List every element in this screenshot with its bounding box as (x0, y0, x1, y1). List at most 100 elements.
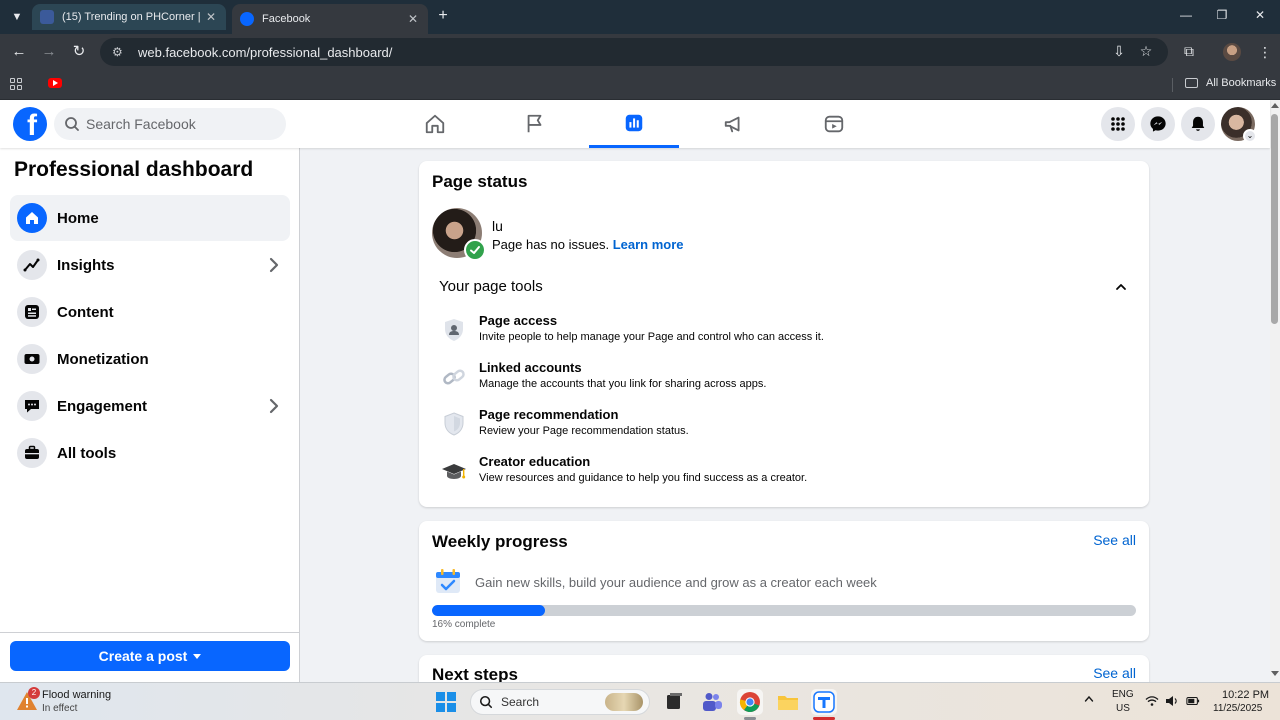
nav-tab-video[interactable] (789, 100, 879, 148)
sidebar-item-all-tools[interactable]: All tools (10, 430, 290, 476)
reload-button[interactable]: ↻ (70, 43, 88, 61)
check-icon (464, 239, 486, 261)
facebook-header: f ⌄ (0, 100, 1270, 148)
install-app-icon[interactable]: ⇩ (1110, 43, 1128, 60)
all-bookmarks-label: All Bookmarks (1206, 77, 1277, 89)
keyboard-layout: US (1116, 703, 1130, 714)
sidebar-item-label: Content (57, 303, 114, 321)
messenger-button[interactable] (1141, 107, 1175, 141)
chat-icon (17, 391, 47, 421)
close-window-button[interactable]: ✕ (1250, 8, 1270, 22)
facebook-search[interactable] (54, 108, 286, 140)
tool-page-recommendation[interactable]: Page recommendation Review your Page rec… (441, 407, 1121, 443)
battery-icon[interactable] (1186, 695, 1200, 707)
nav-tab-ads[interactable] (689, 100, 779, 148)
browser-profile-avatar[interactable] (1223, 43, 1241, 61)
toolbox-icon (17, 438, 47, 468)
home-icon (17, 203, 47, 233)
maximize-button[interactable]: ❐ (1212, 8, 1232, 22)
sidebar-item-label: Home (57, 209, 99, 227)
tool-description: Review your Page recommendation status. (479, 425, 689, 437)
weather-title[interactable]: Flood warning (42, 689, 111, 701)
page-tools-heading: Your page tools (439, 278, 543, 295)
teams-icon[interactable] (699, 689, 725, 715)
tab-close-icon[interactable]: ✕ (204, 10, 218, 24)
tool-creator-education[interactable]: Creator education View resources and gui… (441, 454, 1121, 490)
create-post-button[interactable]: Create a post (10, 641, 290, 671)
account-chevron-icon[interactable]: ⌄ (1243, 129, 1257, 143)
tab-close-icon[interactable]: ✕ (406, 12, 420, 26)
nav-tab-home[interactable] (390, 100, 480, 148)
youtube-icon[interactable] (48, 78, 62, 88)
browser-tab-phcorner[interactable]: (15) Trending on PHCorner | Pin ✕ (32, 4, 226, 30)
tab-search-chevron-icon[interactable]: ▼ (6, 6, 28, 28)
all-bookmarks-button[interactable]: All Bookmarks (1185, 77, 1276, 89)
graduation-cap-icon (442, 464, 466, 479)
sidebar-item-home[interactable]: Home (10, 195, 290, 241)
folder-icon (1185, 78, 1198, 88)
see-all-link[interactable]: See all (1093, 532, 1136, 548)
file-explorer-icon[interactable] (775, 689, 801, 715)
new-tab-button[interactable]: + (434, 8, 452, 26)
scroll-up-icon[interactable] (1271, 103, 1279, 108)
search-icon (65, 117, 79, 131)
taskbar-search[interactable]: Search (470, 689, 650, 715)
browser-tab-facebook[interactable]: Facebook ✕ (232, 4, 428, 34)
tab-title: (15) Trending on PHCorner | Pin (62, 11, 204, 23)
chevron-up-icon[interactable] (1084, 694, 1094, 704)
browser-menu-icon[interactable]: ⋮ (1258, 44, 1272, 61)
scrollbar-thumb[interactable] (1271, 114, 1278, 324)
caret-down-icon (193, 653, 202, 659)
task-view-icon[interactable] (661, 689, 687, 715)
chrome-icon[interactable] (737, 689, 763, 715)
progress-label: 16% complete (432, 619, 496, 630)
link-icon (443, 369, 465, 385)
clock-time[interactable]: 10:22 PM (1222, 689, 1269, 701)
sidebar-item-label: All tools (57, 444, 117, 462)
taskbar-app-icon[interactable] (811, 689, 837, 715)
forward-button[interactable]: → (40, 43, 58, 61)
weekly-progress-card: Weekly progress See all Gain new skills,… (419, 521, 1149, 641)
scroll-down-icon[interactable] (1271, 671, 1279, 676)
phcorner-favicon-icon (40, 10, 54, 24)
apps-grid-icon[interactable] (10, 78, 22, 90)
sidebar-item-engagement[interactable]: Engagement (10, 383, 290, 429)
address-bar[interactable]: ⚙ web.facebook.com/professional_dashboar… (100, 38, 1168, 66)
chevron-up-icon[interactable] (1114, 280, 1128, 294)
notifications-button[interactable] (1181, 107, 1215, 141)
messenger-icon (1150, 116, 1166, 132)
progress-bar (432, 605, 1136, 616)
url-text: web.facebook.com/professional_dashboard/ (138, 44, 393, 60)
sidebar-item-monetization[interactable]: Monetization (10, 336, 290, 382)
site-settings-icon[interactable]: ⚙ (112, 45, 126, 59)
tool-linked-accounts[interactable]: Linked accounts Manage the accounts that… (441, 360, 1121, 396)
tool-page-access[interactable]: Page access Invite people to help manage… (441, 313, 1121, 349)
facebook-favicon-icon (240, 12, 254, 26)
weekly-progress-description: Gain new skills, build your audience and… (475, 575, 877, 590)
sidebar-item-label: Monetization (57, 350, 149, 368)
search-input[interactable] (86, 116, 276, 132)
page-name[interactable]: lu (492, 218, 503, 234)
sidebar-item-content[interactable]: Content (10, 289, 290, 335)
wifi-icon[interactable] (1145, 695, 1159, 707)
extensions-icon[interactable]: ⧉ (1180, 43, 1198, 60)
windows-start-icon[interactable] (436, 692, 456, 712)
see-all-link[interactable]: See all (1093, 665, 1136, 681)
learn-more-link[interactable]: Learn more (613, 237, 684, 252)
dashboard-icon (625, 114, 643, 131)
bookmark-star-icon[interactable]: ☆ (1137, 43, 1155, 60)
volume-icon[interactable] (1165, 695, 1179, 707)
nav-tab-pages[interactable] (490, 100, 580, 148)
minimize-button[interactable]: — (1176, 8, 1196, 22)
video-icon (824, 115, 844, 133)
language-indicator[interactable]: ENG (1112, 689, 1134, 700)
content-icon (17, 297, 47, 327)
menu-button[interactable] (1101, 107, 1135, 141)
sidebar-item-insights[interactable]: Insights (10, 242, 290, 288)
nav-tab-dashboard[interactable] (589, 100, 679, 148)
chevron-right-icon (269, 398, 279, 414)
back-button[interactable]: ← (10, 43, 28, 61)
tool-name: Page recommendation (479, 407, 619, 422)
flag-icon (527, 114, 542, 133)
facebook-logo[interactable]: f (13, 107, 47, 141)
